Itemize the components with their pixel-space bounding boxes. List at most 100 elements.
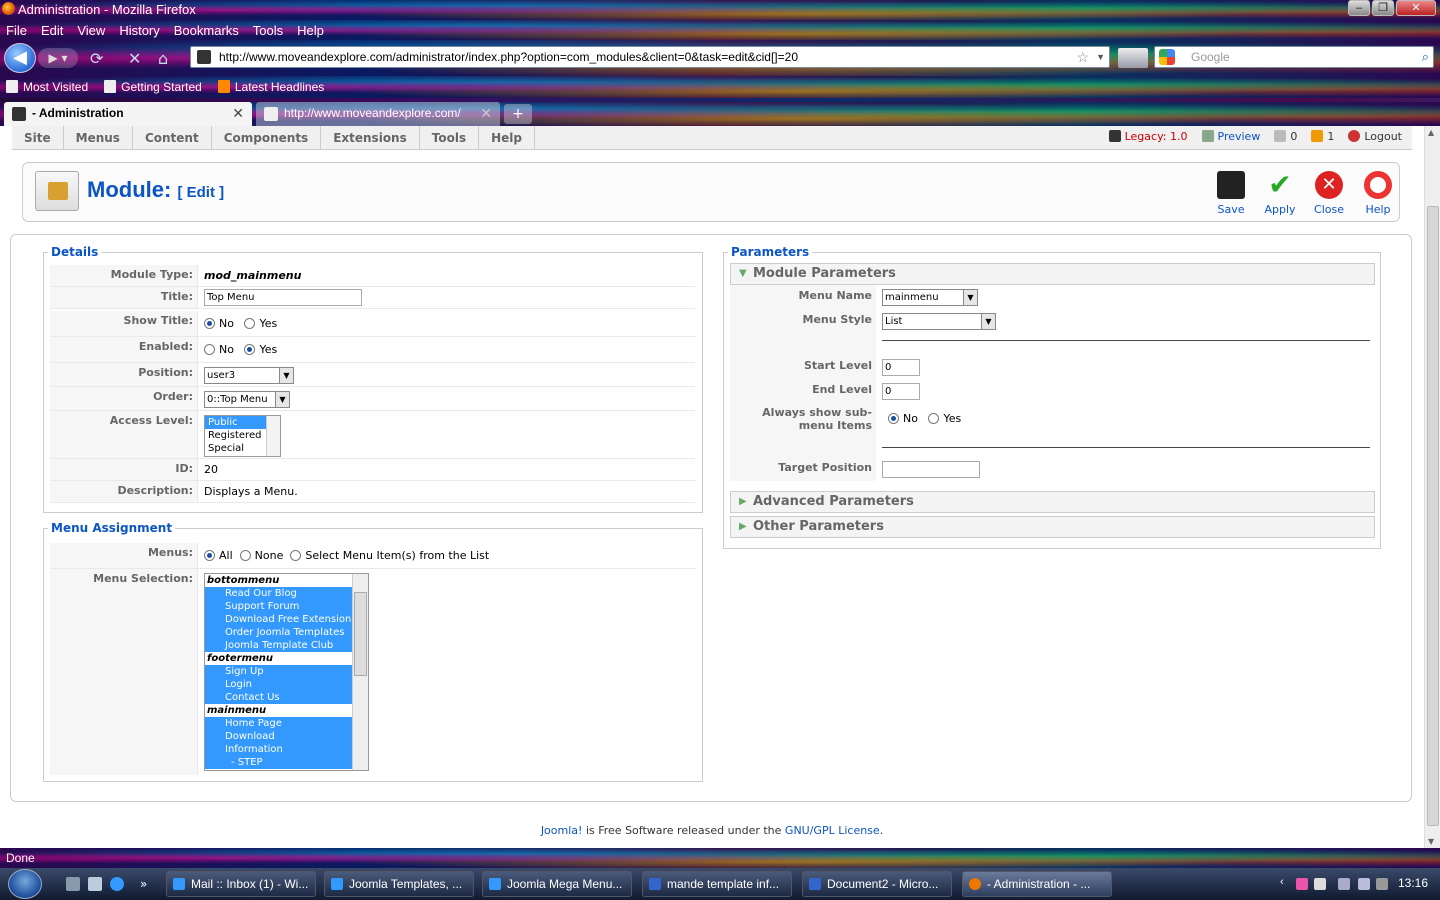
title-input[interactable]: Top Menu (204, 289, 362, 306)
search-input[interactable]: Google ⌕ (1154, 46, 1434, 68)
list-item[interactable]: - STEP (205, 756, 368, 769)
tab-administration[interactable]: - Administration ✕ (4, 102, 252, 126)
menu-file[interactable]: File (6, 23, 27, 38)
preview-link[interactable]: Preview (1201, 126, 1260, 148)
start-button[interactable] (8, 869, 42, 899)
close-tab-icon[interactable]: ✕ (232, 102, 244, 125)
quicklaunch-more-icon[interactable]: » (140, 877, 154, 891)
menu-selection-scrollbar[interactable] (352, 574, 368, 770)
menu-view[interactable]: View (77, 23, 105, 38)
tray-app-icon[interactable] (1376, 878, 1388, 890)
task-mail[interactable]: Mail :: Inbox (1) - Wi... (166, 871, 316, 897)
always-show-no-radio[interactable] (888, 413, 899, 424)
menu-name-select[interactable]: mainmenu ▼ (882, 289, 978, 306)
start-level-input[interactable]: 0 (882, 359, 920, 376)
users-count[interactable]: 1 (1311, 126, 1334, 148)
tab-moveandexplore[interactable]: http://www.moveandexplore.com/ ✕ (256, 102, 500, 126)
search-icon[interactable]: ⌕ (1422, 47, 1429, 67)
help-button[interactable]: Help (1356, 171, 1400, 216)
menus-select-radio[interactable] (290, 550, 302, 561)
close-window-button[interactable]: ✕ (1396, 0, 1436, 16)
task-administration[interactable]: - Administration - ... (962, 871, 1112, 897)
network-icon[interactable] (1338, 878, 1350, 890)
new-tab-button[interactable]: + (504, 104, 532, 124)
ie-icon[interactable] (110, 877, 124, 891)
admin-menu-site[interactable]: Site (12, 126, 64, 150)
tray-app-icon[interactable] (1314, 878, 1326, 890)
admin-menu-extensions[interactable]: Extensions (321, 126, 420, 150)
tray-expand-icon[interactable]: ‹ (1280, 876, 1292, 888)
task-document2[interactable]: Document2 - Micro... (802, 871, 952, 897)
task-joomla-templates[interactable]: Joomla Templates, ... (324, 871, 474, 897)
apply-button[interactable]: ✔ Apply (1258, 171, 1302, 217)
list-item[interactable]: Download Free Extensions (205, 613, 368, 626)
page-scrollbar[interactable]: ▲ ▼ (1424, 126, 1440, 848)
admin-menu-content[interactable]: Content (133, 126, 212, 150)
save-button[interactable]: Save (1209, 171, 1253, 216)
maximize-button[interactable]: ❐ (1372, 0, 1394, 16)
position-select[interactable]: user3 ▼ (204, 367, 294, 384)
menus-all-radio[interactable] (204, 550, 215, 561)
forward-button[interactable]: ▶ ▾ (38, 48, 78, 68)
stop-icon[interactable]: ✕ (128, 49, 141, 68)
list-item[interactable]: Read Our Blog (205, 587, 368, 600)
menu-bookmarks[interactable]: Bookmarks (174, 23, 239, 38)
back-button[interactable]: ◀ (4, 43, 36, 73)
other-parameters-pane[interactable]: ▶ Other Parameters (730, 516, 1375, 538)
task-mande-template[interactable]: mande template inf... (642, 871, 792, 897)
access-scrollbar[interactable] (266, 416, 280, 456)
list-item[interactable]: Login (205, 678, 368, 691)
joomla-link[interactable]: Joomla! (541, 824, 583, 837)
list-item[interactable]: Contact Us (205, 691, 368, 704)
close-tab-icon[interactable]: ✕ (480, 102, 492, 125)
list-item[interactable]: Joomla Template Club (205, 639, 368, 652)
logout-link[interactable]: Logout (1348, 126, 1402, 148)
bookmark-star-icon[interactable]: ☆ (1076, 47, 1089, 67)
order-select[interactable]: 0::Top Menu ▼ (204, 391, 290, 408)
menu-selection-listbox[interactable]: bottommenu Read Our Blog Support Forum D… (204, 573, 369, 771)
show-desktop-icon[interactable] (66, 877, 80, 891)
home-icon[interactable]: ⌂ (158, 49, 168, 68)
advanced-parameters-pane[interactable]: ▶ Advanced Parameters (730, 491, 1375, 513)
explorer-icon[interactable] (88, 877, 102, 891)
menu-tools[interactable]: Tools (253, 23, 283, 38)
close-button[interactable]: ✕ Close (1307, 171, 1351, 216)
enabled-no-radio[interactable] (204, 344, 215, 355)
scrollbar-thumb[interactable] (1427, 206, 1439, 826)
show-title-no-radio[interactable] (204, 318, 215, 329)
scroll-down-icon[interactable]: ▼ (1428, 837, 1434, 846)
clock[interactable]: 13:16 (1398, 876, 1428, 890)
tray-app-icon[interactable] (1296, 878, 1308, 890)
bookmark-getting-started[interactable]: Getting Started (104, 80, 202, 94)
menu-edit[interactable]: Edit (41, 23, 63, 38)
list-item[interactable]: Home Page (205, 717, 368, 730)
admin-menu-components[interactable]: Components (212, 126, 322, 150)
list-item[interactable]: Order Joomla Templates (205, 626, 368, 639)
admin-menu-menus[interactable]: Menus (64, 126, 133, 150)
scroll-up-icon[interactable]: ▲ (1428, 128, 1434, 137)
enabled-yes-radio[interactable] (244, 344, 256, 355)
list-item[interactable]: Information (205, 743, 368, 756)
url-bar[interactable]: http://www.moveandexplore.com/administra… (190, 46, 1110, 68)
show-title-yes-radio[interactable] (244, 318, 256, 329)
admin-menu-tools[interactable]: Tools (420, 126, 480, 150)
menu-history[interactable]: History (119, 23, 159, 38)
menu-help[interactable]: Help (297, 23, 324, 38)
bookmark-latest-headlines[interactable]: Latest Headlines (217, 80, 324, 94)
target-position-input[interactable] (882, 461, 980, 478)
license-link[interactable]: GNU/GPL License (785, 824, 880, 837)
always-show-yes-radio[interactable] (928, 413, 940, 424)
bookmark-most-visited[interactable]: Most Visited (6, 80, 88, 94)
url-dropdown-icon[interactable]: ▼ (1096, 47, 1105, 67)
mail-icon[interactable] (1118, 48, 1148, 68)
end-level-input[interactable]: 0 (882, 383, 920, 400)
menus-none-radio[interactable] (239, 550, 251, 561)
task-joomla-mega-menu[interactable]: Joomla Mega Menu... (482, 871, 632, 897)
list-item[interactable]: Support Forum (205, 600, 368, 613)
scrollbar-thumb[interactable] (354, 592, 367, 676)
access-level-listbox[interactable]: Public Registered Special (204, 415, 281, 457)
reload-icon[interactable]: ⟳ (90, 49, 103, 68)
messages-count[interactable]: 0 (1274, 126, 1297, 148)
list-item[interactable]: Download (205, 730, 368, 743)
minimize-button[interactable]: – (1348, 0, 1370, 16)
